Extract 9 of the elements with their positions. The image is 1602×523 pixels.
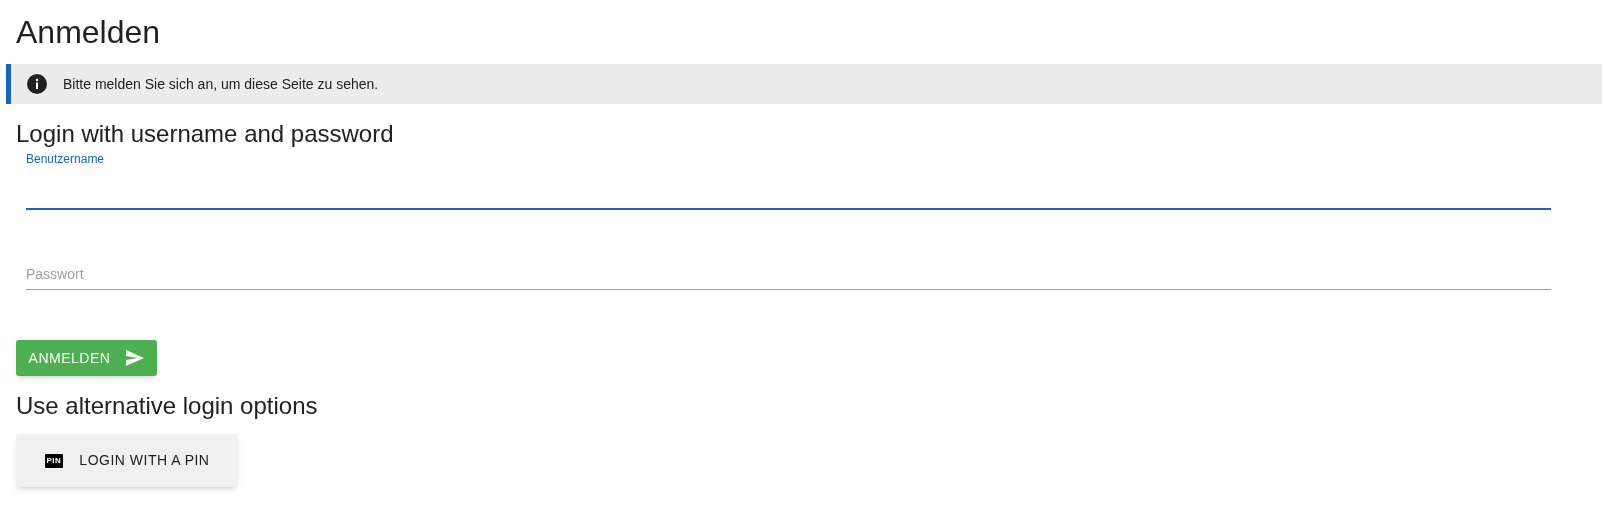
pin-login-button[interactable]: PIN LOGIN WITH A PIN	[16, 434, 238, 487]
pin-icon: PIN	[44, 453, 64, 468]
send-icon	[126, 350, 145, 366]
section-heading: Login with username and password	[16, 119, 394, 149]
info-icon	[27, 74, 47, 94]
section-heading: Use alternative login options	[16, 391, 318, 421]
alert-text: Bitte melden Sie sich an, um diese Seite zu sehen.	[63, 74, 379, 94]
page-title: Anmelden	[16, 13, 161, 52]
text-field[interactable]: Benutzername	[26, 146, 1551, 210]
